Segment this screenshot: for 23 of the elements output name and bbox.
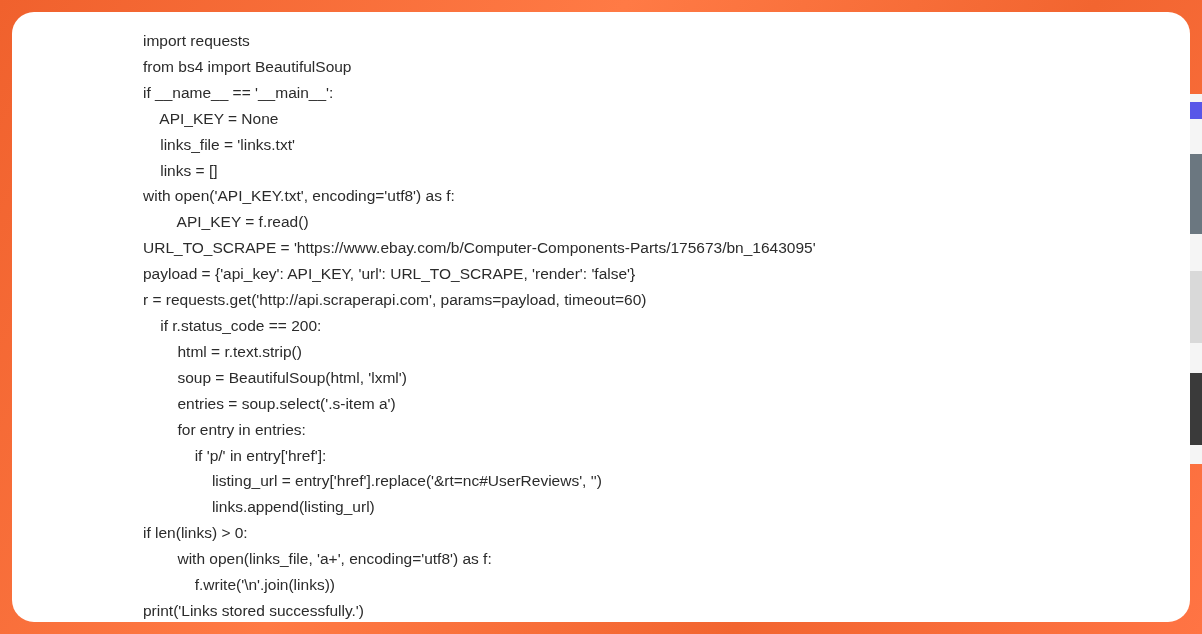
code-line: links.append(listing_url) — [210, 497, 375, 518]
code-line: print('Links stored successfully.') — [143, 600, 364, 621]
code-line: links = [] — [159, 160, 218, 181]
code-line: if r.status_code == 200: — [159, 315, 322, 336]
code-line: if __name__ == '__main__': — [143, 82, 334, 103]
code-line: listing_url = entry['href'].replace('&rt=nc#UserReviews', '') — [210, 471, 602, 492]
code-line: entries = soup.select('.s-item a') — [176, 393, 396, 414]
code-line: API_KEY = f.read() — [175, 212, 309, 233]
code-line: soup = BeautifulSoup(html, 'lxml') — [176, 367, 407, 388]
code-line: f.write('\n'.join(links)) — [193, 575, 335, 596]
code-line: payload = {'api_key': API_KEY, 'url': URL_TO_SCRAPE, 'render': 'false'} — [143, 264, 636, 285]
code-line: r = requests.get('http://api.scraperapi.com', params=payload, timeout=60) — [143, 290, 647, 311]
code-line: for entry in entries: — [176, 419, 306, 440]
code-line: import requests — [143, 31, 250, 51]
code-line: if 'p/' in entry['href']: — [193, 445, 327, 466]
code-line: html = r.text.strip() — [176, 341, 302, 362]
code-line: with open('API_KEY.txt', encoding='utf8') as f: — [143, 186, 455, 207]
code-line: URL_TO_SCRAPE = 'https://www.ebay.com/b/Computer-Components-Parts/175673/bn_1643095' — [143, 238, 816, 259]
code-line: links_file = 'links.txt' — [159, 134, 295, 155]
code-line: API_KEY = None — [158, 108, 279, 129]
code-line: with open(links_file, 'a+', encoding='utf8') as f: — [176, 549, 492, 570]
code-line: if len(links) > 0: — [143, 523, 248, 544]
code-line: from bs4 import BeautifulSoup — [143, 56, 352, 77]
